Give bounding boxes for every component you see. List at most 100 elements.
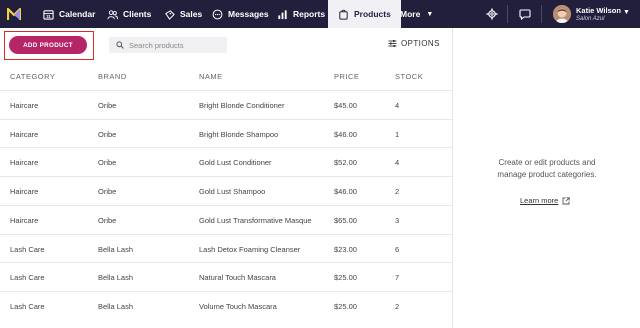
cell-brand: Bella Lash [98,273,134,282]
table-row[interactable]: Haircare Oribe Gold Lust Shampoo $46.00 … [0,176,452,205]
table-row[interactable]: Haircare Oribe Gold Lust Transformative … [0,205,452,234]
cell-price: $23.00 [334,245,357,254]
nav-sales[interactable]: Sales [164,0,202,28]
top-navigation-bar: 31 Calendar Clients Sales Messages Repor… [0,0,640,28]
chevron-down-icon[interactable]: ▼ [623,9,630,16]
nav-products[interactable]: Products [328,0,401,28]
cell-brand: Oribe [98,101,117,110]
nav-messages[interactable]: Messages [212,0,269,28]
cell-category: Lash Care [10,273,45,282]
reports-icon [278,9,287,19]
nav-sales-label: Sales [180,9,203,19]
chevron-down-icon: ▼ [426,10,434,18]
app-logo-icon[interactable] [7,7,21,21]
cell-brand: Oribe [98,216,117,225]
info-message-line-1: Create or edit products and [498,158,596,167]
nav-clients-label: Clients [123,9,152,19]
header-category[interactable]: CATEGORY [10,72,55,81]
nav-calendar-label: Calendar [59,9,96,19]
cell-price: $25.00 [334,302,357,311]
search-input[interactable] [129,40,225,50]
nav-reports[interactable]: Reports [277,0,325,28]
top-divider [507,5,508,23]
header-name[interactable]: NAME [199,72,223,81]
cell-brand: Oribe [98,130,117,139]
products-icon [339,9,348,20]
table-row[interactable]: Lash Care Bella Lash Lash Detox Foaming … [0,234,452,263]
cell-brand: Oribe [98,158,117,167]
sales-icon [165,9,175,20]
cell-category: Haircare [10,130,39,139]
avatar[interactable] [553,5,571,23]
table-row[interactable]: Haircare Oribe Gold Lust Conditioner $52… [0,147,452,176]
cell-brand: Oribe [98,187,117,196]
cell-stock: 4 [395,158,400,167]
sliders-icon [388,40,397,47]
info-panel: Create or edit products and manage produ… [452,28,640,328]
external-link-icon [562,196,571,204]
table-row[interactable]: Lash Care Bella Lash Natural Touch Masca… [0,262,452,291]
cell-name: Bright Blonde Conditioner [199,101,285,110]
cell-category: Haircare [10,187,39,196]
options-label: OPTIONS [401,39,440,48]
cell-name: Natural Touch Mascara [199,273,276,282]
table-row[interactable]: Haircare Oribe Bright Blonde Conditioner… [0,90,452,119]
cell-price: $25.00 [334,273,357,282]
cell-stock: 7 [395,273,400,282]
table-row[interactable]: Lash Care Bella Lash Volume Touch Mascar… [0,291,452,320]
header-price[interactable]: PRICE [334,72,359,81]
cell-name: Lash Detox Foaming Cleanser [199,245,301,254]
cell-stock: 3 [395,216,400,225]
cell-brand: Bella Lash [98,302,134,311]
cell-name: Bright Blonde Shampoo [199,130,279,139]
nav-more[interactable]: More ▼ [400,0,433,28]
user-salon: Salon Azul [576,16,605,22]
nav-messages-label: Messages [228,9,269,19]
cell-price: $46.00 [334,187,357,196]
nav-calendar[interactable]: 31 Calendar [43,0,95,28]
add-product-button[interactable]: ADD PRODUCT [9,36,87,54]
cell-brand: Bella Lash [98,245,134,254]
svg-text:31: 31 [46,14,51,19]
cell-price: $65.00 [334,216,357,225]
cell-category: Haircare [10,216,39,225]
avatar-photo-icon [553,5,571,23]
products-panel: ADD PRODUCT OPTIONS CATEGORY BRAND NAME … [0,28,452,328]
cell-stock: 2 [395,302,400,311]
learn-more-label: Learn more [520,196,559,205]
cell-category: Lash Care [10,245,45,254]
nav-reports-label: Reports [293,9,326,19]
nav-more-label: More [400,9,421,19]
info-message-line-2: manage product categories. [497,169,597,179]
chat-icon[interactable] [519,8,531,20]
cell-price: $45.00 [334,101,357,110]
user-name[interactable]: Katie Wilson [576,6,621,15]
calendar-icon: 31 [43,9,54,20]
cell-stock: 4 [395,101,400,110]
options-button[interactable]: OPTIONS [388,39,440,48]
search-icon [116,41,124,49]
cell-price: $46.00 [334,130,357,139]
cell-category: Haircare [10,101,39,110]
search-box[interactable] [109,37,227,53]
cell-name: Gold Lust Transformative Masque [199,216,312,225]
cell-category: Haircare [10,158,39,167]
gear-icon[interactable] [486,8,498,20]
clients-icon [107,9,118,19]
learn-more-link[interactable]: Learn more [520,196,571,205]
cell-stock: 1 [395,130,400,139]
cell-price: $52.00 [334,158,357,167]
header-stock[interactable]: STOCK [395,72,423,81]
messages-icon [212,9,223,19]
cell-stock: 2 [395,187,400,196]
cell-category: Lash Care [10,302,45,311]
header-brand[interactable]: BRAND [98,72,127,81]
cell-stock: 6 [395,245,400,254]
nav-products-label: Products [354,9,391,19]
table-row[interactable]: Haircare Oribe Bright Blonde Shampoo $46… [0,119,452,148]
cell-name: Gold Lust Conditioner [199,158,272,167]
cell-name: Volume Touch Mascara [199,302,277,311]
nav-clients[interactable]: Clients [107,0,151,28]
top-divider [541,5,542,23]
info-message: Create or edit products and manage produ… [453,157,640,180]
